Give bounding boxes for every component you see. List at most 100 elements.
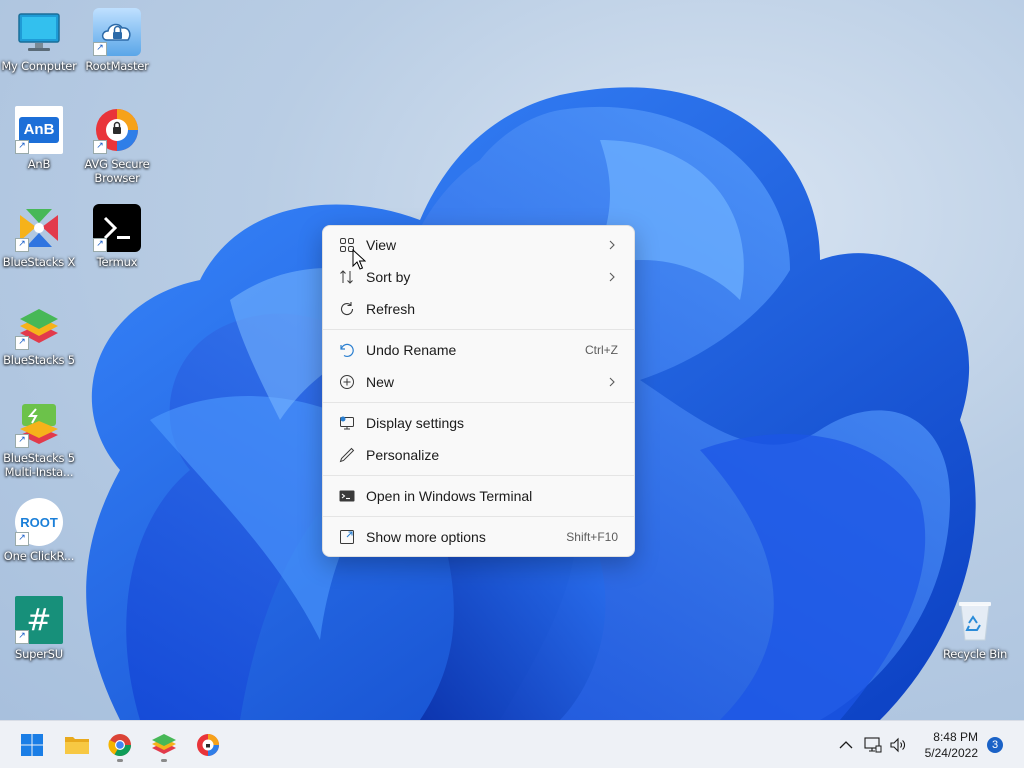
undo-icon <box>338 341 356 359</box>
volume-button[interactable] <box>888 735 908 755</box>
bluestacks-icon <box>152 734 176 754</box>
menu-separator <box>323 329 634 330</box>
notification-badge[interactable]: 3 <box>987 737 1003 753</box>
supersu-logo: # <box>26 602 52 638</box>
desktop-icon-avg-secure-browser[interactable]: ↗ AVG Secure Browser <box>78 106 156 185</box>
desktop-context-menu: View Sort by Refresh Undo Rename Ctrl+Z <box>322 225 635 557</box>
taskbar-chrome[interactable] <box>102 727 138 763</box>
desktop-icon-label: One ClickR... <box>3 549 75 563</box>
plus-circle-icon <box>338 373 356 391</box>
avg-browser-icon: ↗ <box>93 106 141 154</box>
desktop-icon-label: RootMaster <box>85 59 149 73</box>
shortcut-arrow-icon: ↗ <box>93 140 107 154</box>
menu-item-label: Open in Windows Terminal <box>366 488 533 504</box>
menu-item-label: Show more options <box>366 529 486 545</box>
menu-separator <box>323 516 634 517</box>
network-icon <box>864 737 882 753</box>
shortcut-arrow-icon: ↗ <box>15 434 29 448</box>
pen-icon <box>338 446 356 464</box>
bluestacks-multi-instance-icon: ↗ <box>15 400 63 448</box>
menu-item-personalize[interactable]: Personalize <box>323 439 634 471</box>
chrome-icon <box>108 734 131 756</box>
running-indicator <box>117 759 123 762</box>
desktop-icon-label: AVG Secure Browser <box>84 157 150 185</box>
menu-item-open-terminal[interactable]: Open in Windows Terminal <box>323 480 634 512</box>
desktop-icon-label: SuperSU <box>14 647 63 661</box>
taskbar-file-explorer[interactable] <box>59 727 95 763</box>
menu-item-label: New <box>366 374 395 390</box>
network-button[interactable] <box>863 735 883 755</box>
file-explorer-icon <box>65 737 89 754</box>
terminal-icon <box>338 487 356 505</box>
shortcut-arrow-icon: ↗ <box>15 630 29 644</box>
desktop-icon-label: BlueStacks X <box>2 255 76 269</box>
shortcut-arrow-icon: ↗ <box>15 238 29 252</box>
desktop-icon-label: AnB <box>27 157 51 171</box>
menu-item-label: Refresh <box>366 301 416 317</box>
start-icon <box>21 734 43 756</box>
desktop-icon-supersu[interactable]: # ↗ SuperSU <box>0 596 78 661</box>
taskbar-avg-browser[interactable] <box>190 727 226 763</box>
menu-item-label: Display settings <box>366 415 465 431</box>
clock-time: 8:48 PM <box>933 730 978 744</box>
menu-item-sort-by[interactable]: Sort by <box>323 249 634 293</box>
bluestacks-x-icon: ↗ <box>15 204 63 252</box>
speaker-icon <box>890 737 905 753</box>
desktop-icon-recycle-bin[interactable]: Recycle Bin <box>936 596 1014 661</box>
mouse-cursor-icon <box>352 249 366 270</box>
root-icon: ROOT ↗ <box>15 498 63 546</box>
desktop-icon-termux[interactable]: ↗ Termux <box>78 204 156 269</box>
monitor-icon <box>15 8 63 56</box>
menu-item-display-settings[interactable]: Display settings <box>323 407 634 439</box>
recycle-bin-icon <box>951 596 999 644</box>
chevron-up-icon <box>839 741 853 749</box>
shortcut-hint: Ctrl+Z <box>585 343 618 357</box>
desktop-icon-bluestacks-5[interactable]: ↗ BlueStacks 5 <box>0 302 78 367</box>
menu-item-new[interactable]: New <box>323 366 634 398</box>
menu-item-label: Undo Rename <box>366 342 457 358</box>
menu-item-label: Personalize <box>366 447 440 463</box>
desktop-icon-bluestacks-multi-instance[interactable]: ↗ BlueStacks 5 Multi-Insta... <box>0 400 78 479</box>
menu-separator <box>323 402 634 403</box>
expand-icon <box>338 528 356 546</box>
menu-item-show-more-options[interactable]: Show more options Shift+F10 <box>323 521 634 553</box>
desktop-icon-anb[interactable]: AnB ↗ AnB <box>0 106 78 171</box>
chevron-right-icon <box>609 377 615 387</box>
avg-browser-icon <box>197 734 219 756</box>
start-button[interactable] <box>14 727 50 763</box>
shortcut-hint: Shift+F10 <box>566 530 618 544</box>
show-hidden-icons-button[interactable] <box>836 735 856 755</box>
chevron-right-icon <box>609 240 615 250</box>
desktop-icon-one-click-root[interactable]: ROOT ↗ One ClickR... <box>0 498 78 563</box>
shortcut-arrow-icon: ↗ <box>93 238 107 252</box>
shortcut-arrow-icon: ↗ <box>15 140 29 154</box>
bluestacks-icon: ↗ <box>15 302 63 350</box>
desktop-icon-bluestacks-x[interactable]: ↗ BlueStacks X <box>0 204 78 269</box>
refresh-icon <box>338 300 356 318</box>
desktop-icon-rootmaster[interactable]: ↗ RootMaster <box>78 8 156 73</box>
desktop-icon-label: BlueStacks 5 Multi-Insta... <box>3 451 75 479</box>
desktop-icon-my-computer[interactable]: My Computer <box>0 8 78 73</box>
desktop[interactable]: My Computer ↗ RootMaster AnB ↗ AnB ↗ AVG… <box>0 0 1024 720</box>
desktop-icon-label: Recycle Bin <box>942 647 1008 661</box>
menu-item-undo-rename[interactable]: Undo Rename Ctrl+Z <box>323 334 634 366</box>
desktop-icon-label: My Computer <box>1 59 77 73</box>
menu-item-refresh[interactable]: Refresh <box>323 293 634 325</box>
shortcut-arrow-icon: ↗ <box>15 532 29 546</box>
shortcut-arrow-icon: ↗ <box>15 336 29 350</box>
display-icon <box>338 414 356 432</box>
taskbar-bluestacks[interactable] <box>146 727 182 763</box>
clock-date: 5/24/2022 <box>924 746 978 760</box>
chevron-right-icon <box>609 272 615 282</box>
running-indicator <box>161 759 167 762</box>
anb-icon: AnB ↗ <box>15 106 63 154</box>
supersu-icon: # ↗ <box>15 596 63 644</box>
desktop-icon-label: BlueStacks 5 <box>3 353 75 367</box>
menu-separator <box>323 475 634 476</box>
menu-item-view[interactable]: View <box>323 229 634 261</box>
clock[interactable]: 8:48 PM 5/24/2022 <box>925 729 978 761</box>
termux-icon: ↗ <box>93 204 141 252</box>
taskbar: 8:48 PM 5/24/2022 3 <box>0 720 1024 768</box>
cloud-lock-icon: ↗ <box>93 8 141 56</box>
menu-item-label: View <box>366 237 397 253</box>
